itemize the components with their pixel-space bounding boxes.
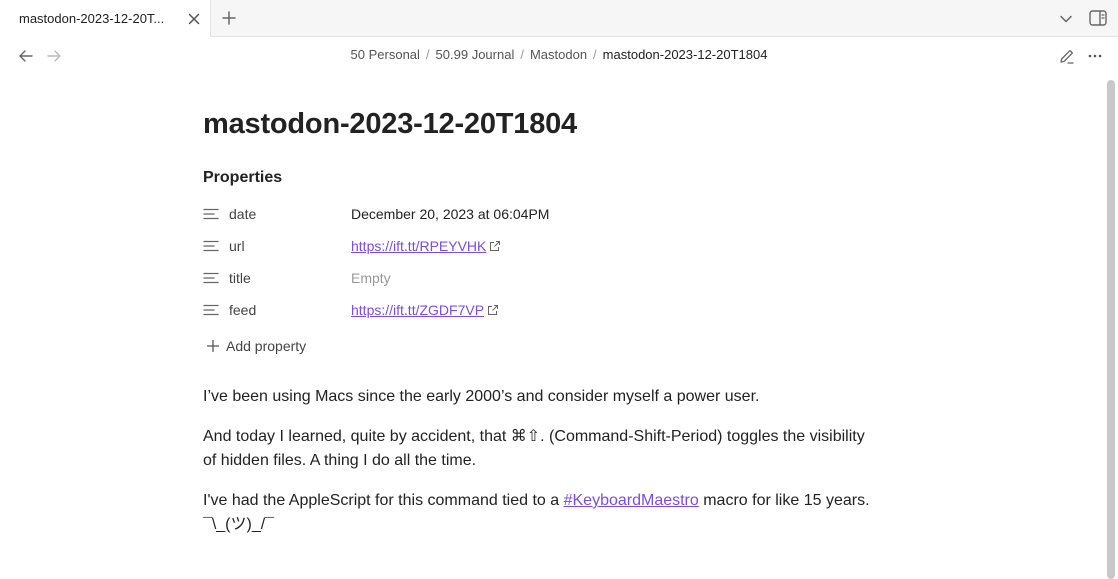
pencil-icon[interactable] — [1058, 47, 1076, 65]
text-lines-icon[interactable] — [203, 238, 219, 254]
tab-title: mastodon-2023-12-20T... — [19, 11, 165, 26]
close-icon[interactable] — [185, 10, 203, 28]
property-value: https://ift.tt/ZGDF7VP — [351, 302, 499, 318]
property-row-url: url https://ift.tt/RPEYVHK — [203, 235, 903, 259]
property-row-feed: feed https://ift.tt/ZGDF7VP — [203, 299, 903, 323]
add-property-label: Add property — [226, 338, 307, 354]
breadcrumb-current[interactable]: mastodon-2023-12-20T1804 — [603, 47, 768, 62]
shrug-text: ¯\_(ツ)_/¯ — [203, 516, 275, 533]
page-title[interactable]: mastodon-2023-12-20T1804 — [203, 108, 577, 141]
external-link-icon — [488, 305, 499, 315]
property-key[interactable]: title — [229, 270, 251, 286]
paragraph-text: I've had the AppleScript for this comman… — [203, 492, 564, 509]
property-value[interactable]: December 20, 2023 at 06:04PM — [351, 206, 549, 222]
feed-link[interactable]: https://ift.tt/ZGDF7VP — [351, 302, 484, 318]
plus-icon — [206, 339, 220, 353]
paragraph[interactable]: I've had the AppleScript for this comman… — [203, 489, 903, 537]
breadcrumb-separator: / — [425, 47, 430, 62]
external-link-icon — [490, 241, 501, 251]
paragraph-text: macro for like 15 years. — [698, 492, 870, 509]
new-tab-icon[interactable] — [220, 9, 238, 27]
breadcrumb: 50 Personal / 50.99 Journal / Mastodon / masto… — [0, 47, 1118, 62]
paragraph[interactable]: I’ve been using Macs since the early 200… — [203, 385, 903, 409]
text-lines-icon[interactable] — [203, 302, 219, 318]
property-key[interactable]: date — [229, 206, 256, 222]
breadcrumb-item[interactable]: 50 Personal — [351, 47, 420, 62]
property-key[interactable]: url — [229, 238, 245, 254]
property-row-title: title Empty — [203, 267, 903, 291]
tab-bar: mastodon-2023-12-20T... — [0, 0, 1118, 37]
text-lines-icon[interactable] — [203, 206, 219, 222]
more-options-icon[interactable] — [1086, 47, 1104, 65]
property-key[interactable]: feed — [229, 302, 256, 318]
url-link[interactable]: https://ift.tt/RPEYVHK — [351, 238, 486, 254]
property-value-empty[interactable]: Empty — [351, 270, 391, 286]
tab-active[interactable]: mastodon-2023-12-20T... — [0, 0, 211, 37]
breadcrumb-item[interactable]: Mastodon — [530, 47, 587, 62]
property-value: https://ift.tt/RPEYVHK — [351, 238, 501, 254]
scrollbar[interactable] — [1107, 80, 1115, 579]
paragraph-line: And today I learned, quite by accident, … — [203, 428, 865, 445]
breadcrumb-item[interactable]: 50.99 Journal — [436, 47, 515, 62]
chevron-down-icon[interactable] — [1057, 10, 1075, 28]
text-lines-icon[interactable] — [203, 270, 219, 286]
sidebar-toggle-icon[interactable] — [1088, 8, 1108, 28]
breadcrumb-separator: / — [593, 47, 597, 62]
breadcrumb-separator: / — [520, 47, 524, 62]
property-row-date: date December 20, 2023 at 06:04PM — [203, 203, 903, 227]
paragraph-line: of hidden files. A thing I do all the ti… — [203, 452, 477, 469]
tag-link[interactable]: #KeyboardMaestro — [564, 492, 699, 509]
add-property-button[interactable]: Add property — [206, 338, 306, 354]
properties-heading[interactable]: Properties — [203, 169, 282, 187]
paragraph[interactable]: And today I learned, quite by accident, … — [203, 425, 903, 473]
